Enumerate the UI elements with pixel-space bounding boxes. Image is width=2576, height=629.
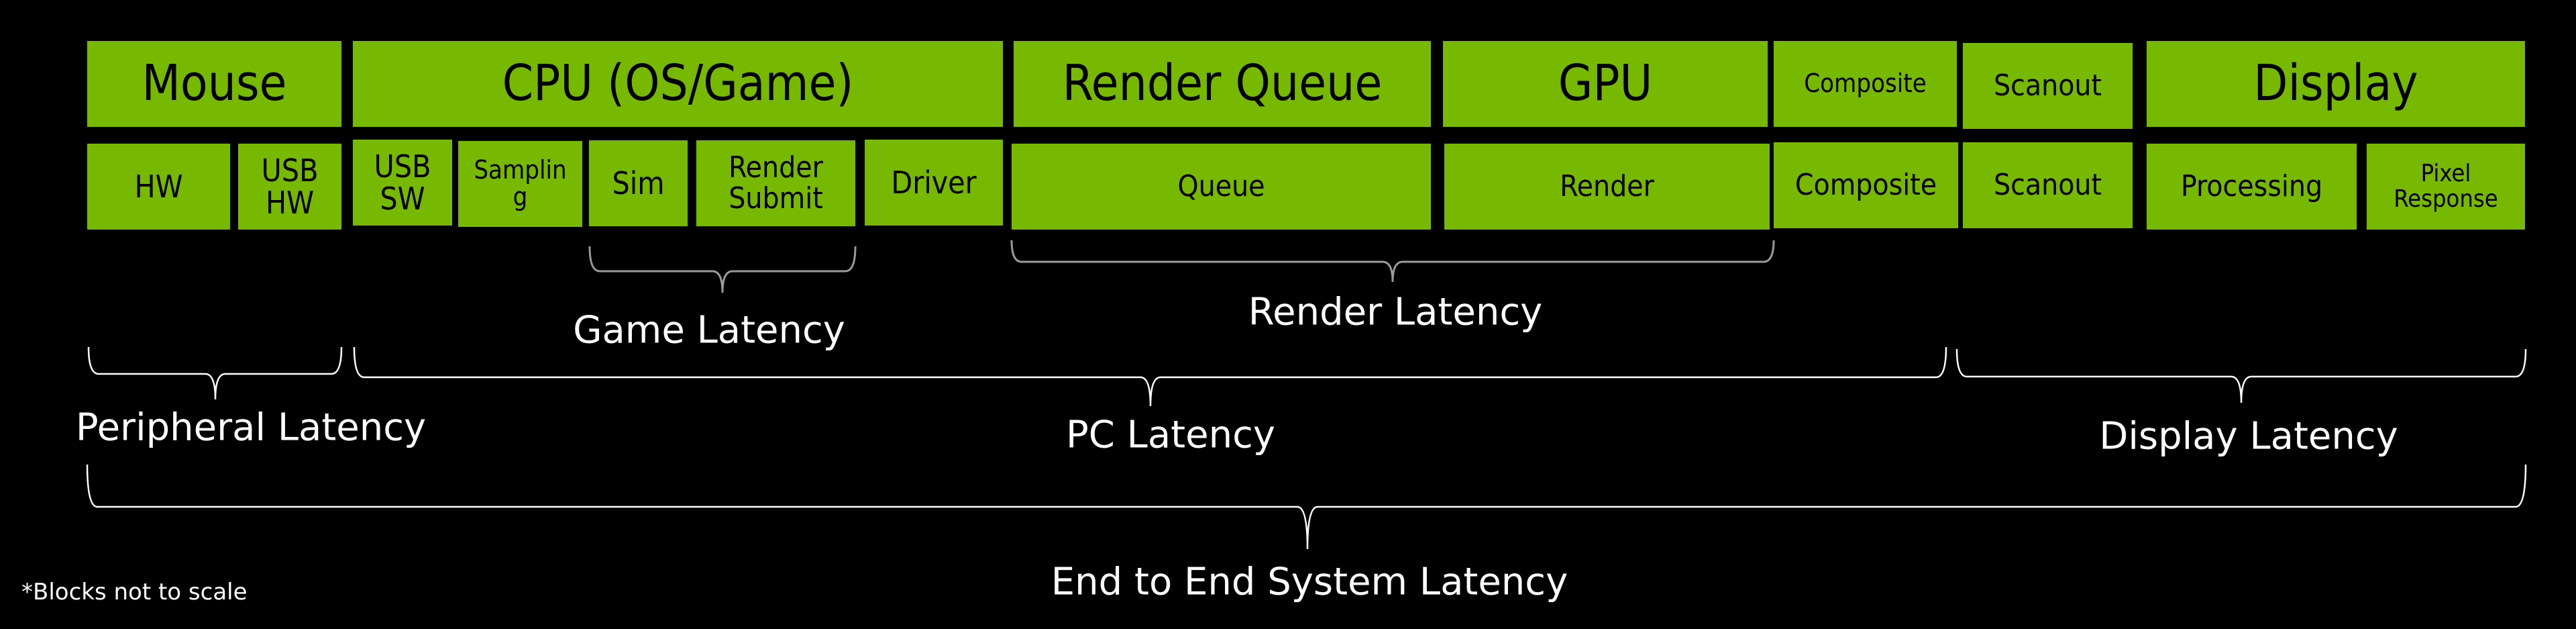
bracket-game	[588, 246, 857, 293]
block-render-queue: Render Queue	[1014, 41, 1431, 127]
sub-block-label: Render Submit	[729, 150, 823, 215]
sub-block-driver: Driver	[865, 140, 1003, 226]
block-display: Display	[2147, 41, 2525, 127]
footnote: *Blocks not to scale	[21, 579, 248, 606]
bracket-pc	[353, 346, 1947, 407]
sub-block-render: Render	[1444, 144, 1770, 230]
label-peripheral-latency: Peripheral Latency	[75, 405, 427, 450]
label-render-latency: Render Latency	[1248, 290, 1543, 334]
sub-block-render-submit: Render Submit	[696, 140, 855, 226]
sub-block-label: Queue	[1177, 168, 1265, 203]
block-label: CPU (OS/Game)	[502, 54, 854, 113]
block-label: Composite	[1804, 68, 1927, 99]
block-label: Display	[2253, 54, 2418, 113]
bracket-render	[1010, 240, 1775, 283]
block-label: Scanout	[1993, 68, 2102, 103]
bracket-end-to-end	[86, 464, 2527, 550]
sub-block-label: Sim	[612, 164, 665, 201]
sub-block-label: USB SW	[374, 148, 431, 217]
sub-block-label: Driver	[891, 164, 977, 201]
sub-block-hw: HW	[87, 144, 230, 230]
block-label: GPU	[1558, 54, 1653, 113]
sub-block-label: USB HW	[261, 152, 319, 221]
sub-block-processing: Processing	[2147, 144, 2357, 230]
sub-block-pixel-response: Pixel Response	[2367, 144, 2525, 230]
sub-block-usb-sw: USB SW	[353, 140, 452, 226]
label-game-latency: Game Latency	[573, 308, 845, 352]
sub-block-composite: Composite	[1774, 142, 1958, 228]
sub-block-label: Processing	[2180, 168, 2323, 203]
block-label: Render Queue	[1062, 54, 1383, 113]
block-scanout: Scanout	[1963, 43, 2133, 129]
label-end-to-end-latency: End to End System Latency	[1051, 560, 1568, 604]
bracket-peripheral	[87, 346, 343, 400]
sub-block-sim: Sim	[589, 140, 688, 226]
sub-block-label: Scanout	[1993, 167, 2102, 202]
sub-block-sampling: Samplin g	[458, 141, 582, 227]
block-composite: Composite	[1774, 41, 1957, 127]
block-label: Mouse	[142, 54, 287, 113]
block-gpu: GPU	[1443, 41, 1768, 127]
block-cpu: CPU (OS/Game)	[353, 41, 1003, 127]
sub-block-label: Composite	[1794, 167, 1937, 202]
block-mouse: Mouse	[87, 41, 341, 127]
label-pc-latency: PC Latency	[1065, 413, 1276, 457]
sub-block-label: HW	[134, 168, 183, 205]
label-display-latency: Display Latency	[2099, 414, 2398, 458]
sub-block-queue: Queue	[1012, 144, 1431, 230]
sub-block-label: Pixel Response	[2394, 160, 2498, 213]
sub-block-label: Samplin g	[474, 155, 567, 211]
bracket-display	[1955, 348, 2527, 403]
sub-block-usb-hw: USB HW	[238, 144, 341, 230]
sub-block-scanout: Scanout	[1963, 142, 2133, 228]
sub-block-label: Render	[1560, 168, 1654, 203]
